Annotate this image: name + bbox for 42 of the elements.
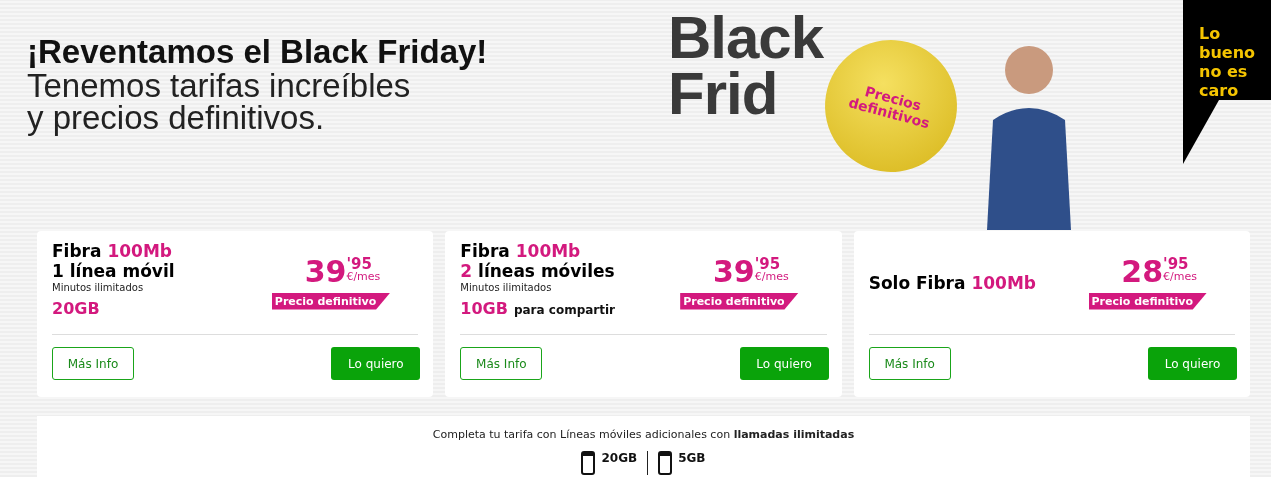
more-info-button[interactable]: Más Info (460, 347, 543, 380)
plan-title: Fibra 100Mb (460, 241, 582, 261)
price-unit: €/mes (754, 270, 789, 282)
banner-word: Black (668, 10, 824, 66)
price-unit: €/mes (1163, 270, 1197, 282)
plan-title: 2 líneas móviles (460, 261, 616, 281)
price-badge: Precio definitivo (1088, 292, 1207, 310)
buy-button[interactable]: Lo quiero (739, 347, 829, 380)
extras-text: Completa tu tarifa con Líneas móviles adicionales con llamadas ilimitadas (432, 428, 855, 441)
price-decimals: '95 (346, 256, 372, 271)
buy-button[interactable]: Lo quiero (1148, 347, 1237, 380)
headline: ¡Reventamos el Black Friday! (27, 34, 489, 70)
plan-title: Solo Fibra 100Mb (868, 273, 1037, 293)
more-info-button[interactable]: Más Info (52, 347, 134, 380)
price-integer: 28 (1121, 256, 1164, 287)
plan-title: 1 línea móvil (52, 261, 176, 281)
minutes-text: Minutos ilimitados (52, 281, 145, 295)
data-amount: 20GB (601, 451, 638, 465)
data-amount: 20GB (52, 299, 100, 318)
price-integer: 39 (304, 256, 347, 287)
price-integer: 39 (713, 256, 755, 287)
subheadline: Tenemos tarifas increíbles (27, 70, 411, 102)
slogan-text: Lo (1199, 24, 1222, 43)
price-badge: Precio definitivo (271, 292, 391, 310)
phone-icon (658, 451, 673, 475)
subheadline: y precios definitivos. (27, 102, 326, 134)
data-amount: 5GB (678, 451, 706, 465)
plan-title: Fibra 100Mb (52, 241, 173, 261)
minutes-text: Minutos ilimitados (460, 281, 553, 295)
slogan-text: no es (1199, 62, 1249, 81)
buy-button[interactable]: Lo quiero (331, 347, 421, 380)
data-amount: 10GB (460, 299, 508, 318)
slogan-text: caro (1199, 81, 1240, 100)
slogan-text: bueno (1199, 43, 1257, 62)
price-decimals: '95 (754, 256, 781, 271)
price-badge: Precio definitivo (680, 292, 799, 310)
price-decimals: '95 (1163, 256, 1189, 271)
banner-word: Frid (668, 66, 779, 122)
phone-icon (581, 451, 596, 475)
price-unit: €/mes (346, 270, 381, 282)
more-info-button[interactable]: Más Info (868, 347, 951, 380)
data-note: para compartir (513, 303, 616, 317)
